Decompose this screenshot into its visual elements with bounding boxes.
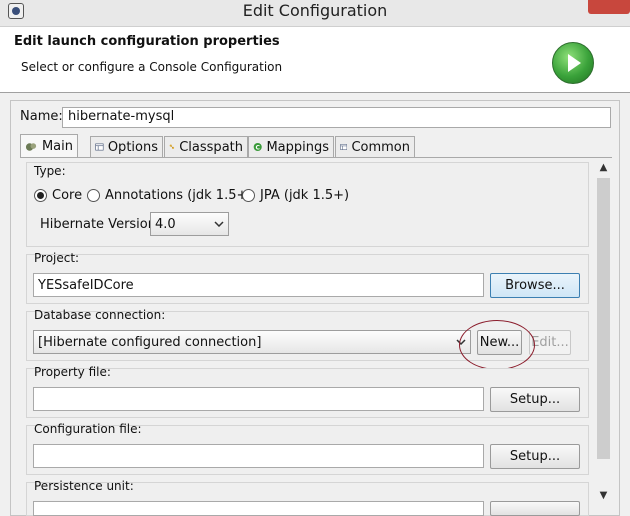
persistence-unit-button[interactable] [490, 501, 580, 516]
radio-core[interactable]: Core [34, 186, 82, 204]
tab-label: Mappings [266, 139, 329, 155]
hibernate-version-label: Hibernate Version: [40, 217, 161, 232]
type-label: Type: [34, 164, 66, 178]
tab-label: Main [41, 139, 73, 154]
select-value: [Hibernate configured connection] [38, 334, 262, 350]
close-button[interactable] [588, 0, 630, 14]
radio-indicator[interactable] [242, 188, 255, 202]
tab-label: Classpath [179, 139, 243, 155]
scrollbar-thumb[interactable] [597, 178, 610, 459]
persistence-unit-input[interactable] [33, 501, 484, 516]
radio-indicator[interactable] [87, 188, 100, 202]
radio-label: JPA (jdk 1.5+) [260, 187, 350, 203]
config-file-label: Configuration file: [34, 422, 142, 436]
property-file-input[interactable] [33, 387, 484, 411]
scroll-up-icon[interactable]: ▲ [596, 160, 611, 175]
tab-classpath[interactable]: Classpath [164, 136, 248, 157]
header-title: Edit launch configuration properties [14, 34, 280, 49]
mappings-icon: C [253, 142, 262, 151]
radio-annotations[interactable]: Annotations (jdk 1.5+) [87, 186, 252, 204]
db-connection-label: Database connection: [34, 308, 166, 322]
browse-button[interactable]: Browse... [490, 273, 580, 298]
tab-label: Common [351, 139, 410, 155]
run-icon [552, 42, 594, 84]
tab-mappings[interactable]: C Mappings [248, 136, 334, 157]
config-file-input[interactable] [33, 444, 484, 468]
type-group [26, 162, 589, 247]
chevron-down-icon [214, 221, 224, 227]
name-label: Name: [20, 109, 63, 124]
edit-connection-button: Edit... [529, 330, 571, 355]
project-input[interactable]: YESsafeIDCore [33, 273, 484, 297]
radio-indicator[interactable] [34, 188, 47, 202]
radio-jpa[interactable]: JPA (jdk 1.5+) [242, 186, 349, 204]
property-setup-button[interactable]: Setup... [490, 387, 580, 412]
svg-text:C: C [255, 144, 260, 151]
scroll-down-icon[interactable]: ▼ [596, 488, 611, 503]
window-title: Edit Configuration [242, 1, 388, 20]
table-icon [340, 144, 348, 150]
tab-underline [20, 157, 612, 158]
header-subtitle: Select or configure a Console Configurat… [21, 60, 283, 74]
tab-main[interactable]: Main [20, 134, 78, 158]
db-connection-select[interactable]: [Hibernate configured connection] [33, 330, 471, 354]
name-input[interactable]: hibernate-mysql [62, 107, 611, 128]
tab-options[interactable]: Options [90, 136, 163, 157]
hibernate-version-select[interactable]: 4.0 [150, 212, 229, 236]
radio-label: Core [52, 187, 83, 203]
classpath-icon [169, 144, 175, 150]
project-label: Project: [34, 251, 80, 265]
tab-label: Options [107, 139, 158, 155]
tab-common[interactable]: Common [335, 136, 415, 157]
hibernate-icon [25, 142, 37, 151]
radio-label: Annotations (jdk 1.5+) [105, 187, 253, 203]
persistence-unit-label: Persistence unit: [34, 479, 134, 493]
annotation-circle [459, 320, 535, 370]
property-file-label: Property file: [34, 365, 111, 379]
select-value: 4.0 [155, 216, 176, 232]
config-setup-button[interactable]: Setup... [490, 444, 580, 469]
table-icon [95, 143, 104, 151]
